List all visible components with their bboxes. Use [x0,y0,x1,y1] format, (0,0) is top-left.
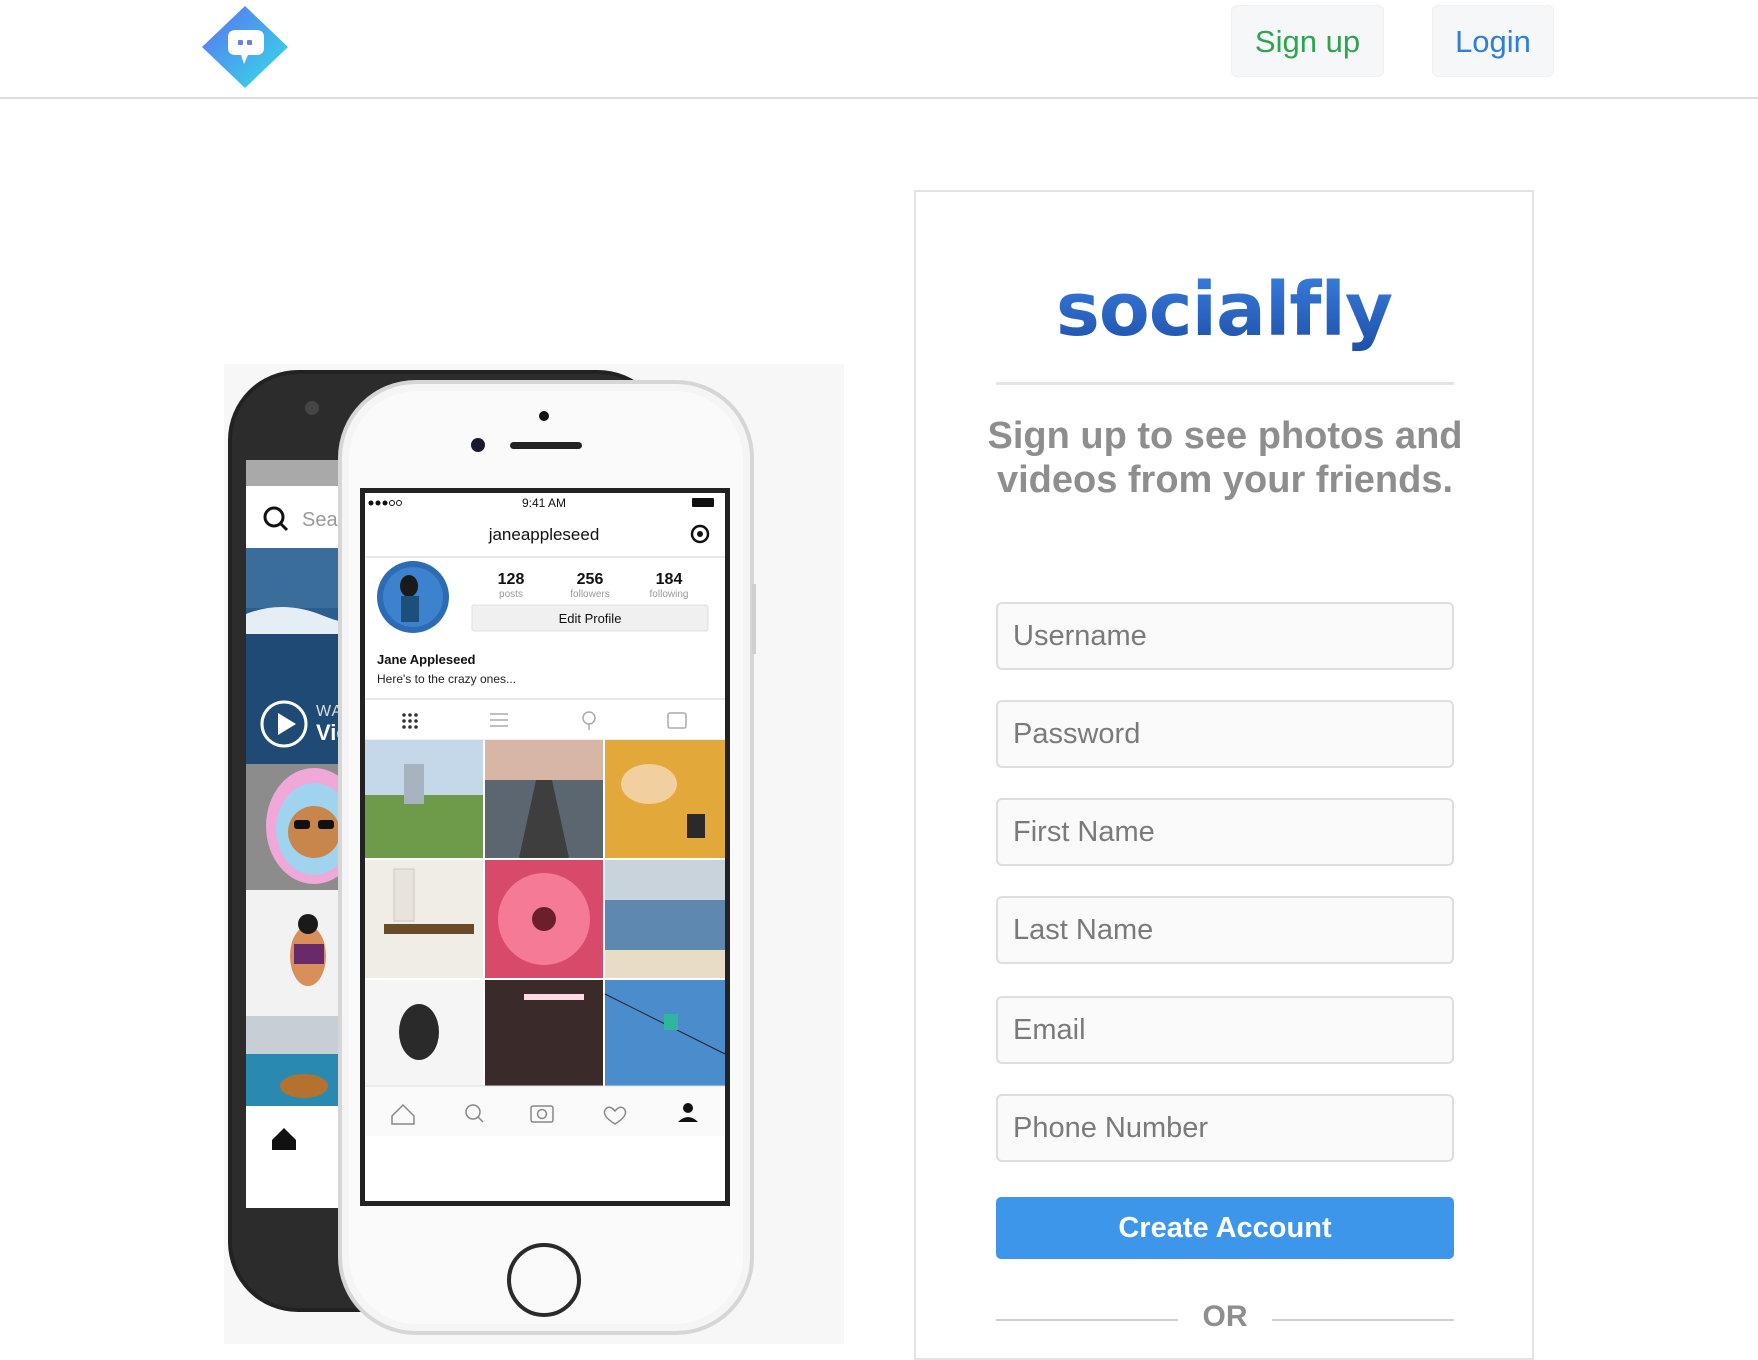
svg-text:184: 184 [656,571,683,588]
first-name-field[interactable] [996,798,1454,866]
svg-text:following: following [650,589,689,600]
status-time: 9:41 AM [522,496,566,510]
signup-headline: Sign up to see photos and videos from yo… [987,415,1463,501]
brand-logo-icon[interactable] [200,4,290,90]
svg-text:128: 128 [498,571,525,588]
or-separator: OR [996,1300,1454,1340]
phones-illustration: Search WATCH Video [224,364,844,1344]
socialfly-wordmark: socialfly [1055,267,1393,353]
svg-text:256: 256 [577,571,604,588]
stat-posts: 128 posts [498,571,525,600]
signup-nav-button[interactable]: Sign up [1231,5,1384,77]
email-field[interactable] [996,996,1454,1064]
profile-display-name: Jane Appleseed [377,652,476,667]
grid-view-icon [402,713,418,729]
profile-bio: Here's to the crazy ones... [377,672,516,686]
svg-text:followers: followers [570,589,609,600]
username-field[interactable] [996,602,1454,670]
password-field[interactable] [996,700,1454,768]
top-navbar: Sign up Login [0,0,1758,99]
svg-text:posts: posts [499,589,523,600]
signup-card: socialfly Sign up to see photos and vide… [914,190,1534,1360]
phones-mockup: Search WATCH Video [228,370,756,1335]
phone-number-field[interactable] [996,1094,1454,1162]
header-divider [996,382,1454,385]
login-nav-button[interactable]: Login [1432,5,1554,77]
profile-username: janeappleseed [488,525,600,544]
last-name-field[interactable] [996,896,1454,964]
tab-profile-icon [683,1103,693,1113]
create-account-button[interactable]: Create Account [996,1197,1454,1259]
or-line-right [1272,1319,1454,1321]
or-label: OR [1202,1300,1248,1333]
edit-profile-button: Edit Profile [559,611,622,626]
